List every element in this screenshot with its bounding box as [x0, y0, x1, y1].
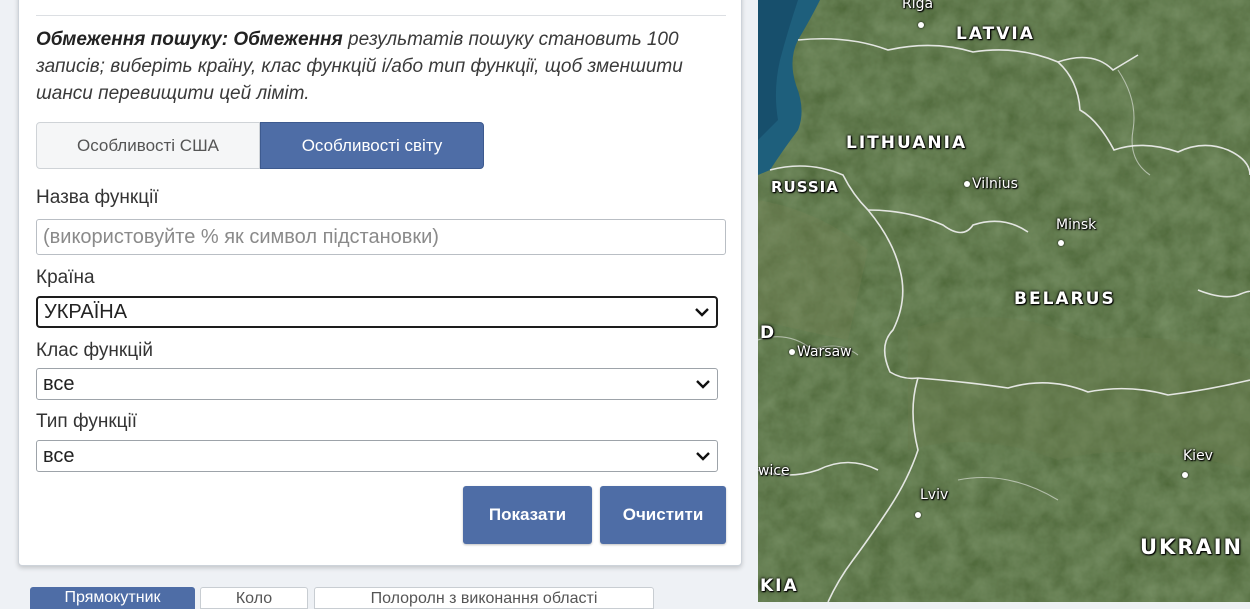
country-latvia: LATVIA	[956, 24, 1035, 44]
feature-class-value: все	[43, 372, 75, 395]
city-vilnius: Vilnius	[964, 176, 1018, 192]
country-label: Країна	[36, 267, 95, 288]
chevron-down-icon	[694, 307, 710, 317]
feature-class-select[interactable]: все	[36, 368, 718, 400]
city-dot	[1182, 464, 1190, 483]
tab-region-search[interactable]: Полоролн з виконання області	[314, 587, 654, 609]
feature-name-input[interactable]	[36, 219, 726, 255]
city-minsk: Minsk	[1056, 217, 1097, 233]
tab-us-features[interactable]: Особливості США	[36, 122, 260, 169]
country-belarus: BELARUS	[1014, 289, 1116, 309]
country-select[interactable]: УКРАЇНА	[36, 296, 718, 328]
city-dot	[1058, 232, 1066, 251]
country-ukraine: UKRAIN	[1140, 535, 1244, 559]
city-warsaw: Warsaw	[789, 344, 852, 360]
satellite-imagery	[758, 0, 1250, 602]
feature-type-value: все	[43, 444, 75, 467]
chevron-down-icon	[695, 379, 711, 389]
search-panel-area: Обмеження пошуку: Обмеження результатів …	[0, 0, 758, 609]
city-riga: Riga	[902, 0, 934, 12]
clear-button[interactable]: Очистити	[600, 486, 726, 544]
search-limit-note: Обмеження пошуку: Обмеження результатів …	[36, 26, 716, 107]
country-russia: RUSSIA	[771, 178, 839, 196]
country-label-partial: D	[760, 323, 777, 343]
feature-name-label: Назва функції	[36, 187, 159, 208]
tab-rectangle[interactable]: Прямокутник	[30, 587, 195, 609]
tab-world-features[interactable]: Особливості світу	[260, 122, 484, 169]
divider	[36, 15, 726, 16]
city-kiev: Kiev	[1183, 448, 1213, 464]
city-lviv: Lviv	[920, 487, 949, 503]
feature-class-label: Клас функцій	[36, 340, 153, 361]
country-value: УКРАЇНА	[44, 300, 128, 323]
chevron-down-icon	[695, 451, 711, 461]
tab-circle[interactable]: Коло	[200, 587, 308, 609]
country-lithuania: LITHUANIA	[846, 133, 968, 153]
show-button[interactable]: Показати	[463, 486, 592, 544]
city-dot	[915, 504, 923, 523]
search-limit-title: Обмеження пошуку: Обмеження	[36, 29, 343, 50]
city-dot	[918, 14, 926, 33]
map-view[interactable]: Riga LATVIA LITHUANIA RUSSIA Vilnius Min…	[758, 0, 1250, 602]
country-label-partial: KIA	[760, 576, 799, 596]
city-partial: wice	[758, 463, 790, 479]
feature-type-label: Тип функції	[36, 411, 138, 432]
feature-type-select[interactable]: все	[36, 440, 718, 472]
